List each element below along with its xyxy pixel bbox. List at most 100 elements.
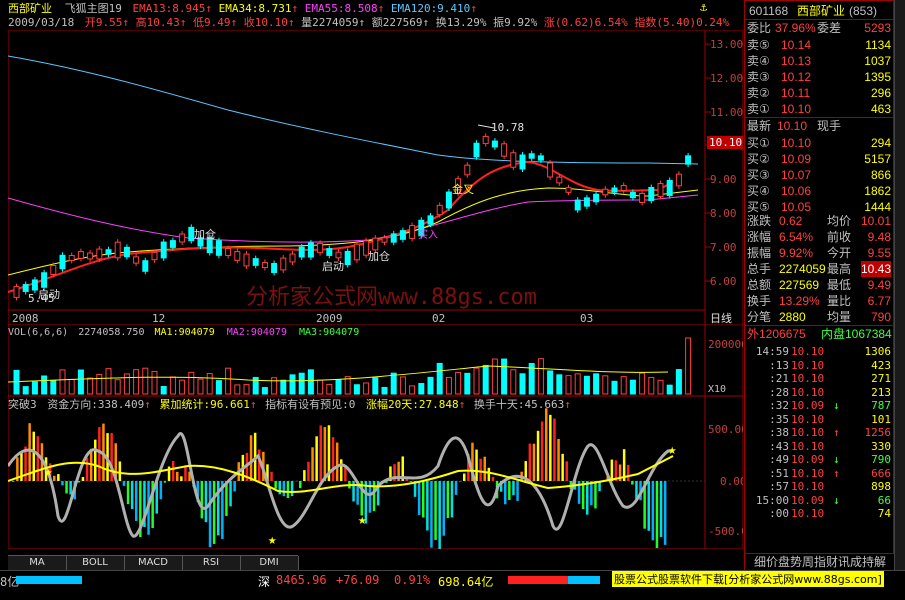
tick-price: 10.10: [791, 372, 824, 386]
candle-body: [299, 247, 304, 257]
peak-price-label: 10.78: [491, 121, 524, 134]
volume-value: 量2274059: [301, 16, 358, 29]
indicator-bar: [455, 481, 458, 495]
period-label[interactable]: 日线: [710, 311, 732, 325]
indicator-name[interactable]: 飞狐主图19: [65, 2, 122, 15]
indicator-bar: [94, 440, 97, 481]
candle-body: [686, 156, 691, 164]
candle-body: [529, 154, 534, 158]
price-tick: 8.00: [710, 207, 737, 220]
indicator-bar: [65, 481, 68, 493]
tick-volume: 1256: [865, 426, 892, 440]
buy-level-price: 10.07: [781, 167, 811, 183]
stat-value: 9.49: [868, 277, 891, 293]
indicator-bar: [250, 435, 253, 481]
volume-ma1: MA1:904079: [155, 327, 215, 338]
buy-level-volume: 866: [871, 167, 891, 183]
index-change-value: 指数(5.40)0.24%: [634, 16, 729, 29]
ad-link[interactable]: 股票公式股票软件下载[分析家公式网www.88gs.com]: [612, 571, 884, 587]
tab-ma[interactable]: MA: [8, 556, 67, 570]
indicator-bar: [463, 474, 466, 481]
stat-value: 2274059: [779, 261, 826, 277]
indicator-bar: [164, 481, 167, 483]
sell-level-label: 卖②: [747, 85, 770, 101]
volume-bar: [32, 382, 37, 394]
volume-tick: 200000: [708, 338, 743, 351]
candle-body: [14, 287, 19, 298]
stock-name: 西部矿业: [8, 2, 52, 15]
candle-body: [88, 253, 93, 259]
indicator-bar: [557, 439, 560, 481]
bottom-tabs[interactable]: 细价盘势周指财讯成持解: [745, 553, 895, 570]
indicator-bar: [484, 457, 487, 481]
indicator-bar: [447, 481, 450, 518]
last-label: 最新: [747, 118, 771, 134]
indicator-bar: [57, 474, 60, 481]
indicator-bar: [37, 436, 40, 481]
sell-level-volume: 1037: [864, 53, 891, 69]
tab-macd[interactable]: MACD: [124, 556, 183, 570]
scrollbar[interactable]: [894, 0, 905, 570]
volume-bar: [97, 374, 102, 394]
indicator-bar: [537, 431, 540, 481]
status-bar-gauge: [16, 576, 82, 584]
tick-volume: 271: [871, 372, 891, 386]
indicator-bar: [180, 476, 183, 481]
volume-bar: [143, 368, 148, 394]
market-change: +76.09: [336, 573, 379, 587]
tick-price: 10.09: [791, 453, 824, 467]
golden-cross-label: 金叉: [452, 182, 474, 196]
buy-level-volume: 1862: [864, 183, 891, 199]
volume-bar: [612, 381, 617, 394]
candle-body: [410, 226, 415, 239]
svg-text:VOL(6,6,6) 2274058.750: VOL(6,6,6) 2274058.750 MA1:904079 MA2:90…: [8, 327, 359, 338]
tab-boll[interactable]: BOLL: [66, 556, 125, 570]
volume-bar: [658, 380, 663, 394]
indicator-bar: [422, 481, 425, 518]
tick-time: :49: [769, 453, 789, 467]
volume-bar: [189, 372, 194, 394]
tick-time: :28: [769, 386, 789, 400]
candle-body: [400, 231, 405, 240]
indicator-bar: [627, 465, 630, 481]
volume-bar: [630, 380, 635, 394]
volume-bar: [134, 370, 139, 394]
indicator-bar: [561, 454, 564, 481]
volume-bar: [262, 388, 267, 394]
volume-panel[interactable]: 200000 X10 VOL(6,6,6) 2274058.750 MA1:90…: [8, 324, 743, 396]
stat-label: 涨幅: [747, 229, 771, 245]
indicator-bar: [418, 481, 421, 515]
buy-level-row: 买②10.095157: [745, 151, 895, 167]
volume-bar: [419, 384, 424, 394]
tick-price: 10.10: [791, 359, 824, 373]
candle-body: [557, 177, 562, 183]
price-tick: 11.00: [710, 106, 743, 119]
main-price-chart[interactable]: 13.00 12.00 11.00 10.00 9.00 8.00 7.00 6…: [8, 30, 743, 325]
stat-value: 6.54%: [779, 229, 813, 245]
indicator-bar: [332, 437, 335, 481]
buy-level-volume: 5157: [864, 151, 891, 167]
indicator-bar: [311, 447, 314, 481]
indicator-panel[interactable]: ★ ★ ★ ★ 500.00 0.00 -500.00 突破3 资金方向:338…: [8, 396, 743, 549]
indicator-bar: [315, 436, 318, 481]
indicator-bar: [631, 481, 634, 485]
candle-body: [308, 243, 313, 257]
anchor-icon[interactable]: ⚓: [700, 0, 712, 14]
candle-body: [603, 189, 608, 195]
indicator-field2: 累加统计:96.661: [159, 398, 249, 411]
candle-body: [161, 242, 166, 258]
indicator-bar: [127, 481, 130, 504]
indicator-bar: [553, 419, 556, 481]
tick-price: 10.09: [791, 399, 824, 413]
candle-body: [538, 156, 543, 160]
candle-body: [575, 200, 580, 210]
stat-value: 0.62: [779, 213, 802, 229]
indicator-bar: [652, 481, 655, 540]
tab-rsi[interactable]: RSI: [182, 556, 241, 570]
indicator-bar: [336, 443, 339, 481]
volume-bar: [502, 359, 507, 394]
sell-level-label: 卖⑤: [747, 37, 770, 53]
candle-body: [32, 280, 37, 290]
amplitude-value: 振9.92%: [493, 16, 537, 29]
tab-dmi[interactable]: DMI: [240, 556, 299, 570]
